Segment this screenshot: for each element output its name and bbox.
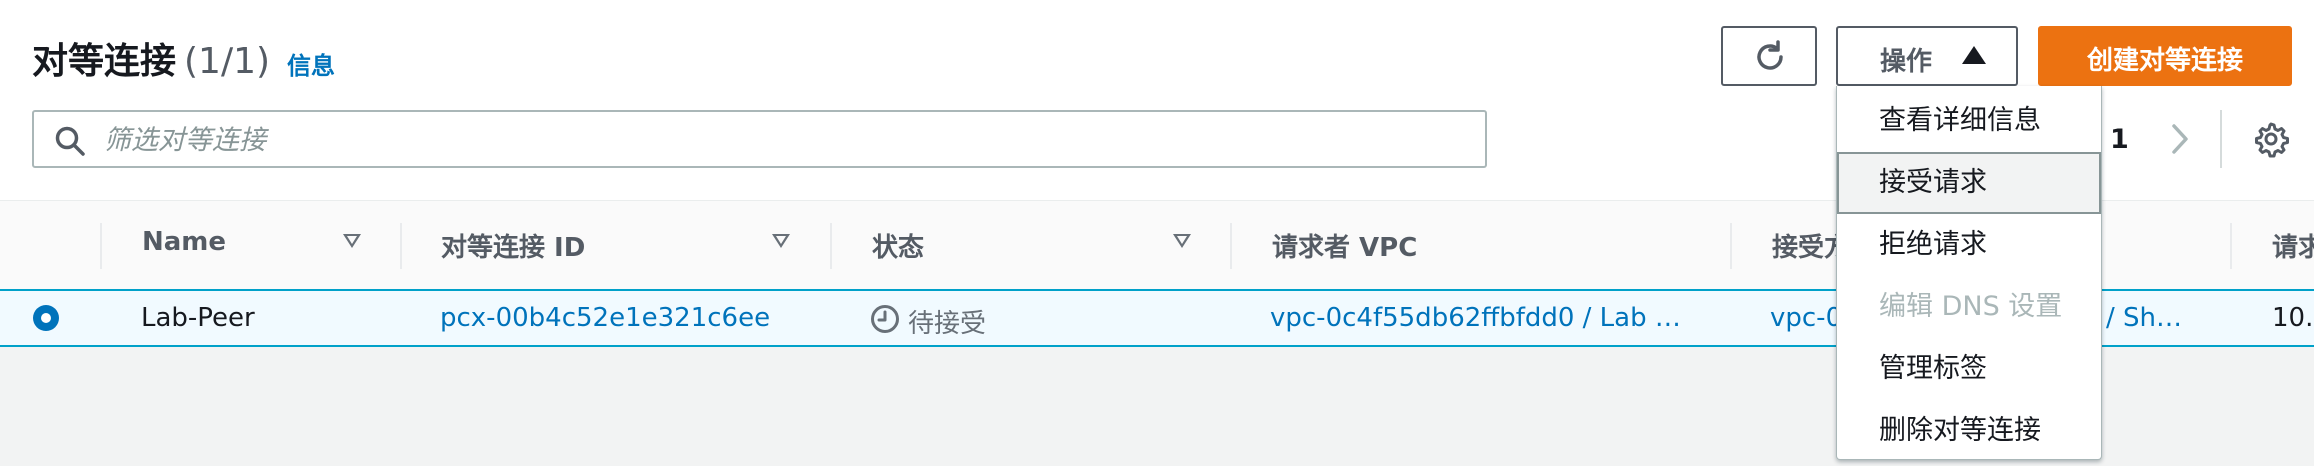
cell-peering-id-link[interactable]: pcx-00b4c52e1e321c6ee [440, 303, 770, 333]
caret-up-icon [1962, 46, 1986, 64]
page-title-text: 对等连接 [32, 41, 177, 82]
cell-accepter-vpc-link[interactable]: vpc-0 [1770, 303, 1842, 333]
search-icon [55, 126, 85, 156]
search-input[interactable] [102, 120, 1466, 160]
menu-item-view-details[interactable]: 查看详细信息 [1837, 90, 2101, 152]
search-box [32, 110, 1487, 168]
column-header-requester-cidr[interactable]: 请求 [2272, 227, 2314, 264]
refresh-button[interactable] [1721, 26, 1817, 86]
cell-requester-vpc-link[interactable]: vpc-0c4f55db62ffbfdd0 / Lab … [1270, 303, 1690, 333]
refresh-icon [1757, 40, 1783, 70]
selection-count: (1/1) [184, 41, 271, 82]
column-header-name[interactable]: Name [142, 227, 226, 257]
menu-item-manage-tags[interactable]: 管理标签 [1837, 338, 2101, 400]
cell-requester-cidr: 10.0 [2272, 303, 2314, 333]
info-link[interactable]: 信息 [287, 46, 335, 81]
row-radio-selected[interactable] [33, 305, 59, 331]
menu-item-reject-request[interactable]: 拒绝请求 [1837, 214, 2101, 276]
column-separator [1730, 223, 1732, 269]
menu-item-delete-peering[interactable]: 删除对等连接 [1837, 400, 2101, 462]
column-header-peering-id[interactable]: 对等连接 ID [441, 227, 585, 264]
sort-icon[interactable] [772, 234, 790, 248]
actions-button-label: 操作 [1880, 47, 1933, 77]
cell-name: Lab-Peer [141, 303, 255, 333]
cell-accepter-vpc-link-tail[interactable]: / Sh… [2106, 303, 2182, 333]
menu-item-edit-dns-settings: 编辑 DNS 设置 [1879, 291, 2063, 322]
current-page[interactable]: 1 [2110, 124, 2129, 155]
sort-icon[interactable] [1173, 234, 1191, 248]
create-button-label: 创建对等连接 [2086, 46, 2243, 76]
create-peering-button[interactable]: 创建对等连接 [2038, 26, 2292, 86]
clock-icon [871, 305, 899, 333]
divider [2220, 110, 2222, 168]
gear-icon[interactable] [2252, 120, 2290, 158]
sort-icon[interactable] [343, 234, 361, 248]
column-separator [2230, 223, 2232, 269]
cell-status: 待接受 [908, 309, 987, 339]
menu-item-accept-request[interactable]: 接受请求 [1837, 152, 2101, 214]
chevron-right-icon[interactable] [2166, 118, 2194, 160]
column-header-status[interactable]: 状态 [872, 227, 924, 264]
actions-dropdown-button[interactable]: 操作 [1836, 26, 2018, 86]
column-separator [400, 223, 402, 269]
column-separator [100, 223, 102, 269]
column-header-requester-vpc[interactable]: 请求者 VPC [1272, 227, 1417, 264]
column-separator [1230, 223, 1232, 269]
actions-menu: 查看详细信息 接受请求 拒绝请求 编辑 DNS 设置 管理标签 删除对等连接 [1836, 86, 2102, 460]
column-separator [830, 223, 832, 269]
page-title: 对等连接 (1/1) [32, 32, 270, 84]
